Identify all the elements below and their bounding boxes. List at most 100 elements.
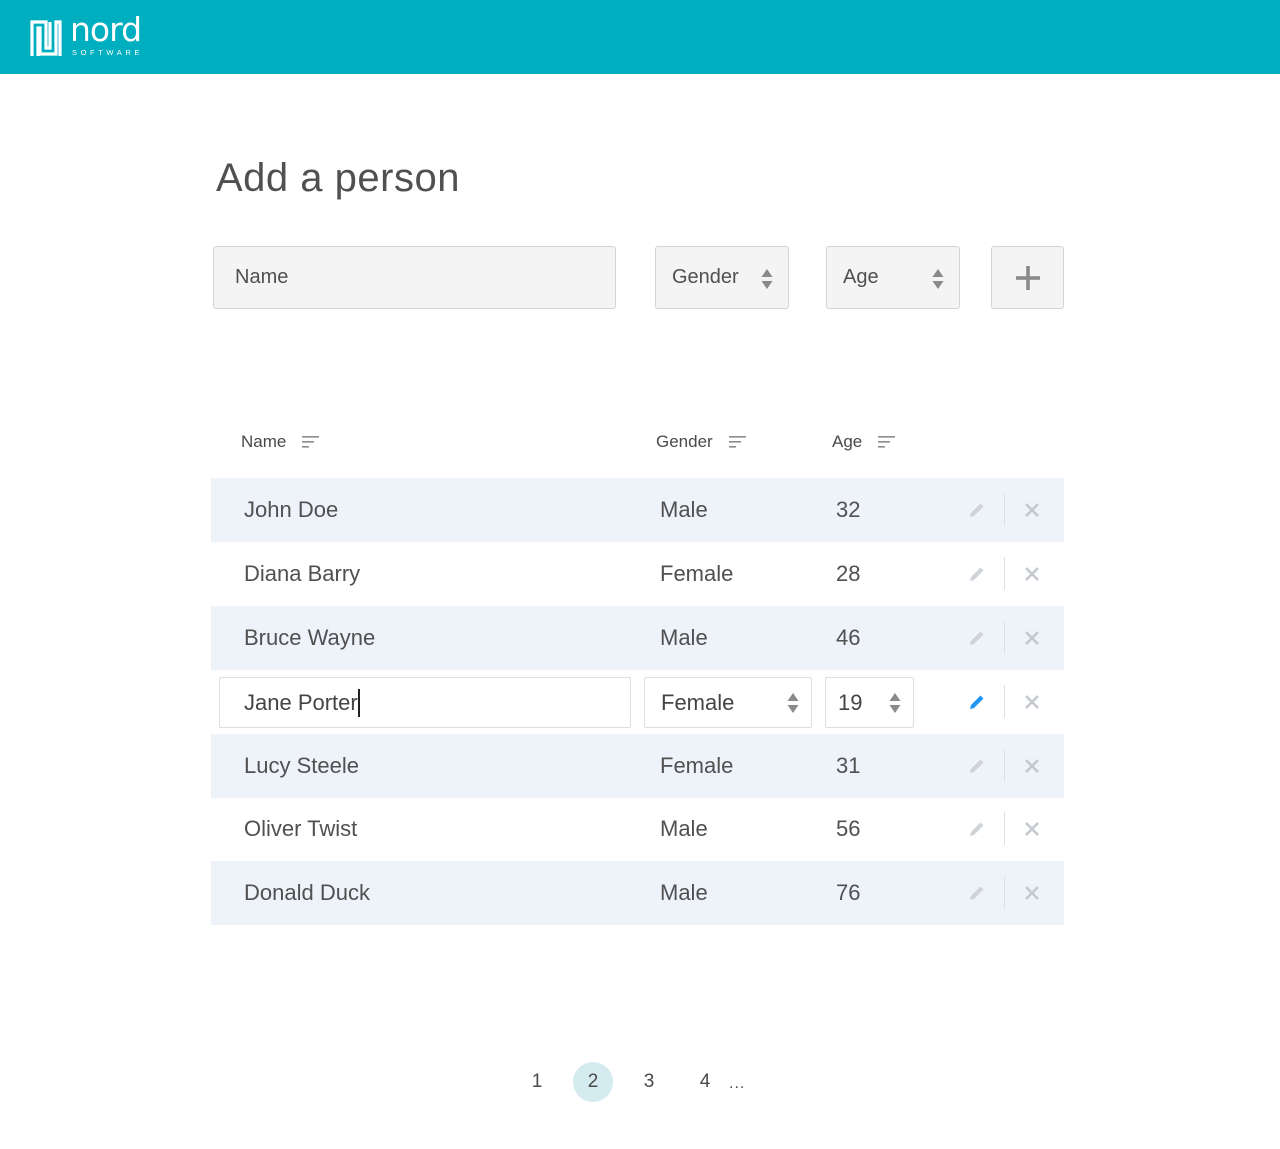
cell-age: 28	[836, 561, 861, 586]
cell-name: John Doe	[244, 497, 339, 522]
edit-button[interactable]	[965, 797, 989, 861]
divider	[1004, 621, 1005, 654]
cell-name: Bruce Wayne	[244, 625, 376, 650]
table-row: Donald Duck Male 76	[211, 861, 1064, 925]
divider	[1004, 557, 1005, 590]
close-icon	[1025, 822, 1039, 836]
table-row: Oliver Twist Male 56	[211, 797, 1064, 861]
close-icon	[1025, 567, 1039, 581]
cell-name: Oliver Twist	[244, 816, 358, 841]
delete-button[interactable]	[1021, 861, 1043, 925]
pencil-icon	[970, 567, 984, 581]
sort-icon[interactable]	[302, 436, 320, 448]
page-4-button[interactable]: 4	[685, 1062, 725, 1102]
close-icon	[1025, 759, 1039, 773]
pencil-icon	[970, 759, 984, 773]
delete-button[interactable]	[1021, 734, 1043, 798]
table-row: Bruce Wayne Male 46	[211, 606, 1064, 670]
table-header: Name Gender Age	[211, 432, 1064, 456]
age-select-placeholder: Age	[843, 266, 879, 288]
cell-gender: Female	[660, 753, 734, 778]
cell-name: Donald Duck	[244, 880, 370, 905]
table-row: Lucy Steele Female 31	[211, 734, 1064, 798]
edit-age-select[interactable]: 19	[825, 677, 914, 728]
pagination: 1 2 3 4 ...	[517, 1062, 745, 1102]
edit-button[interactable]	[965, 542, 989, 606]
column-header-name[interactable]: Name	[241, 432, 320, 452]
cell-gender: Male	[660, 497, 708, 522]
close-icon	[1025, 886, 1039, 900]
cell-gender: Male	[660, 816, 708, 841]
pencil-icon	[970, 695, 984, 709]
edit-gender-select[interactable]: Female	[644, 677, 812, 728]
header-bar: nord SOFTWARE	[0, 0, 1280, 74]
edit-age-value: 19	[838, 689, 863, 715]
edit-gender-value: Female	[661, 689, 735, 715]
table-row-editing: Jane Porter Female 19	[211, 670, 1064, 734]
sort-icon[interactable]	[878, 436, 896, 448]
cell-name: Lucy Steele	[244, 753, 359, 778]
divider	[1004, 493, 1005, 526]
nord-logo-icon	[30, 20, 62, 56]
cell-age: 32	[836, 497, 861, 522]
edit-button[interactable]	[965, 478, 989, 542]
page-2-button[interactable]: 2	[573, 1062, 613, 1102]
edit-name-input[interactable]: Jane Porter	[219, 677, 631, 728]
updown-arrows-icon	[761, 269, 773, 289]
add-person-button[interactable]	[991, 246, 1064, 309]
table-row: John Doe Male 32	[211, 478, 1064, 542]
delete-button[interactable]	[1021, 606, 1043, 670]
nord-logo[interactable]: nord SOFTWARE	[28, 10, 144, 58]
updown-arrows-icon	[787, 693, 799, 713]
table-row: Diana Barry Female 28	[211, 542, 1064, 606]
cell-age: 31	[836, 753, 861, 778]
updown-arrows-icon	[932, 269, 944, 289]
sort-icon[interactable]	[728, 436, 746, 448]
close-icon	[1025, 631, 1039, 645]
page-1-button[interactable]: 1	[517, 1062, 557, 1102]
column-header-label: Age	[832, 432, 863, 451]
save-edit-button[interactable]	[965, 670, 989, 734]
age-select[interactable]: Age	[826, 246, 960, 309]
cell-age: 76	[836, 880, 861, 905]
plus-icon	[1015, 265, 1040, 290]
divider	[1004, 876, 1005, 909]
cell-gender: Female	[660, 561, 734, 586]
cell-name: Diana Barry	[244, 561, 361, 586]
page-title: Add a person	[216, 156, 460, 200]
divider	[1004, 812, 1005, 845]
pencil-icon	[970, 503, 984, 517]
delete-button[interactable]	[1021, 670, 1043, 734]
cell-gender: Male	[660, 625, 708, 650]
name-input-placeholder: Name	[235, 266, 289, 288]
close-icon	[1025, 503, 1039, 517]
gender-select-placeholder: Gender	[672, 266, 739, 288]
edit-button[interactable]	[965, 734, 989, 798]
cell-age: 56	[836, 816, 861, 841]
edit-button[interactable]	[965, 606, 989, 670]
logo-tagline: SOFTWARE	[72, 48, 144, 57]
pagination-ellipsis[interactable]: ...	[729, 1075, 745, 1093]
divider	[1004, 749, 1005, 782]
delete-button[interactable]	[1021, 478, 1043, 542]
divider	[1004, 685, 1005, 718]
name-input[interactable]: Name	[213, 246, 616, 309]
pencil-icon	[970, 631, 984, 645]
column-header-label: Gender	[656, 432, 713, 451]
column-header-gender[interactable]: Gender	[656, 432, 746, 452]
text-caret	[357, 688, 360, 717]
gender-select[interactable]: Gender	[655, 246, 789, 309]
column-header-age[interactable]: Age	[832, 432, 896, 452]
delete-button[interactable]	[1021, 542, 1043, 606]
cell-age: 46	[836, 625, 861, 650]
logo-wordmark: nord	[70, 10, 142, 49]
updown-arrows-icon	[889, 693, 901, 713]
page-3-button[interactable]: 3	[629, 1062, 669, 1102]
pencil-icon	[970, 886, 984, 900]
close-icon	[1025, 695, 1039, 709]
edit-name-value: Jane Porter	[244, 689, 358, 715]
pencil-icon	[970, 822, 984, 836]
edit-button[interactable]	[965, 861, 989, 925]
column-header-label: Name	[241, 432, 287, 451]
delete-button[interactable]	[1021, 797, 1043, 861]
